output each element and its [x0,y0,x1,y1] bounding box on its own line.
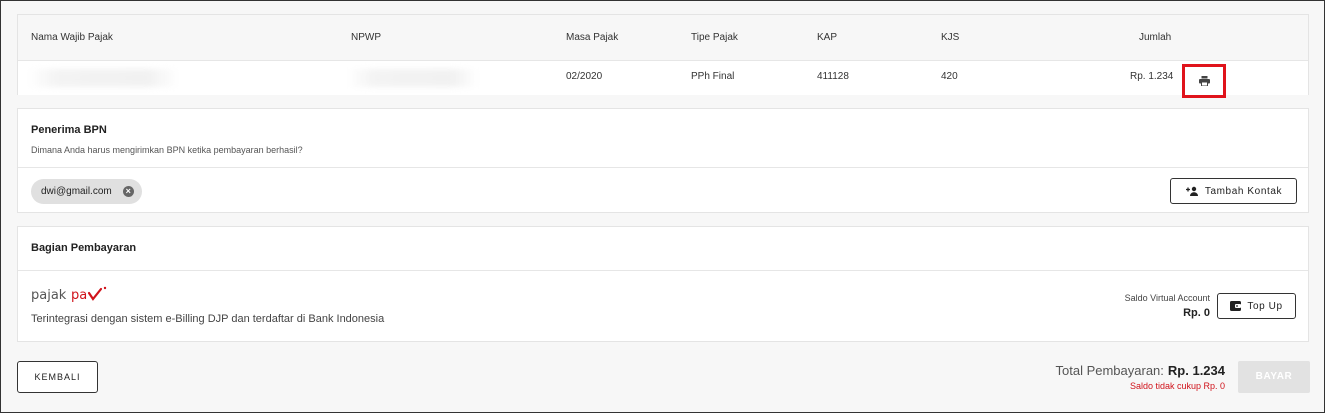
tax-table: Nama Wajib Pajak NPWP Masa Pajak Tipe Pa… [17,14,1309,98]
table-row: 02/2020 PPh Final 411128 420 Rp. 1.234 [18,61,1308,98]
person-add-icon [1185,186,1198,196]
balance-label: Saldo Virtual Account [1124,293,1210,303]
pay-button[interactable]: BAYAR [1238,361,1310,393]
row-kjs: 420 [941,71,958,82]
header-kap: KAP [817,32,838,43]
header-tipe: Tipe Pajak [691,32,738,43]
print-button-highlight[interactable] [1182,64,1226,98]
row-masa: 02/2020 [566,71,603,82]
row-kap: 411128 [817,71,849,82]
recipient-section: Penerima BPN Dimana Anda harus mengirimk… [17,108,1309,213]
divider [18,167,1308,168]
back-button[interactable]: KEMBALI [17,361,98,393]
redacted-npwp [348,69,478,87]
back-label: KEMBALI [34,372,81,382]
header-nama: Nama Wajib Pajak [31,32,113,43]
pajakpay-logo: pajak pa [31,286,107,303]
total-payment: Total Pembayaran: Rp. 1.234 [1056,363,1226,378]
email-chip[interactable]: dwi@gmail.com × [31,179,142,204]
topup-button[interactable]: Top Up [1217,293,1296,319]
payment-section: Bagian Pembayaran pajak pa Terintegrasi … [17,226,1309,342]
payment-title: Bagian Pembayaran [31,242,137,254]
row-tipe: PPh Final [691,71,735,82]
divider [18,270,1308,271]
recipient-title: Penerima BPN [31,124,107,136]
payment-description: Terintegrasi dengan sistem e-Billing DJP… [31,313,385,325]
header-masa: Masa Pajak [566,32,619,43]
svg-text:pajak: pajak [31,288,67,303]
email-chip-label: dwi@gmail.com [41,186,112,197]
recipient-subtitle: Dimana Anda harus mengirimkan BPN ketika… [31,145,303,155]
header-npwp: NPWP [351,32,381,43]
balance-value: Rp. 0 [1183,307,1210,319]
printer-icon[interactable] [1199,76,1210,86]
redacted-name [28,69,178,87]
add-contact-label: Tambah Kontak [1204,185,1283,197]
table-header: Nama Wajib Pajak NPWP Masa Pajak Tipe Pa… [18,15,1308,61]
total-label: Total Pembayaran: [1055,363,1164,378]
close-circle-icon[interactable]: × [122,186,134,197]
add-contact-button[interactable]: Tambah Kontak [1170,178,1297,204]
row-jumlah: Rp. 1.234 [1130,71,1174,82]
wallet-icon [1230,301,1242,311]
svg-text:pa: pa [71,288,87,303]
insufficient-balance-warning: Saldo tidak cukup Rp. 0 [1129,381,1225,391]
header-kjs: KJS [941,32,960,43]
topup-label: Top Up [1247,300,1283,312]
header-jumlah: Jumlah [1139,32,1172,43]
total-value: Rp. 1.234 [1167,363,1225,378]
